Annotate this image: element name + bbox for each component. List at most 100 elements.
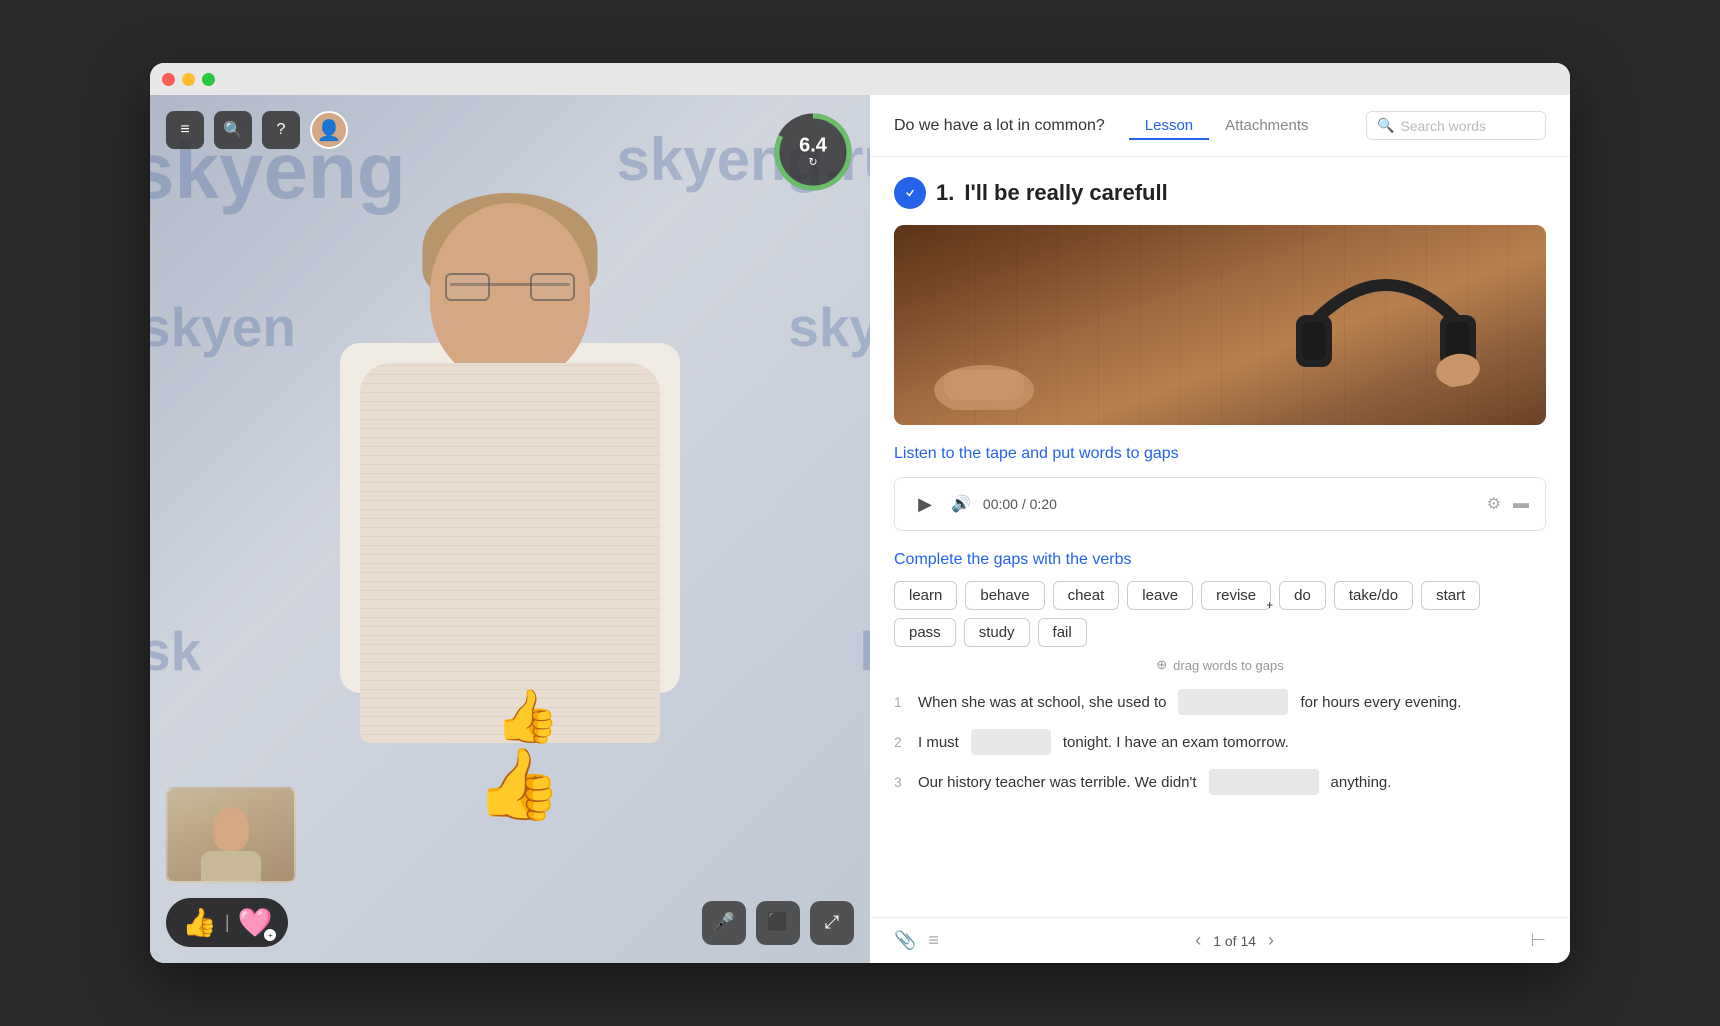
- word-label: learn: [909, 587, 942, 604]
- footer-navigation: ‹ 1 of 14 ›: [1195, 930, 1274, 951]
- person-head: [430, 203, 590, 383]
- list-button[interactable]: ≡: [928, 930, 939, 951]
- fullscreen-button[interactable]: ⤢: [810, 901, 854, 945]
- word-label: do: [1294, 587, 1311, 604]
- sentence-3: 3 Our history teacher was terrible. We d…: [894, 769, 1546, 795]
- brand-text-3: skyen: [150, 295, 296, 359]
- page-current: 1: [1213, 933, 1221, 949]
- mini-person: [168, 789, 294, 881]
- word-tag-study[interactable]: study: [964, 618, 1030, 647]
- lesson-tabs: Lesson Attachments: [1129, 113, 1366, 139]
- timer-value: 6.4: [799, 136, 827, 156]
- section-number: 1.: [936, 180, 954, 206]
- word-tag-leave[interactable]: leave: [1127, 581, 1193, 610]
- tab-attachments[interactable]: Attachments: [1209, 113, 1324, 140]
- sentence-1-after: for hours every evening.: [1300, 694, 1461, 711]
- mini-video: [166, 787, 296, 883]
- volume-icon: 🔊: [951, 496, 971, 513]
- word-tag-pass[interactable]: pass: [894, 618, 956, 647]
- audio-captions-button[interactable]: ▬: [1513, 495, 1529, 513]
- maximize-button[interactable]: [202, 73, 215, 86]
- audio-player[interactable]: ▶ 🔊 00:00 / 0:20 ⚙ ▬: [894, 477, 1546, 531]
- next-page-button[interactable]: ›: [1268, 930, 1274, 951]
- app-window: skyeng skyeng.ru skyen sky sk k ≡ 🔍 ?: [150, 63, 1570, 963]
- prev-page-button[interactable]: ‹: [1195, 930, 1201, 951]
- word-tag-start[interactable]: start: [1421, 581, 1480, 610]
- search-placeholder: Search words: [1400, 118, 1486, 134]
- brand-text-4: sky: [788, 295, 870, 359]
- word-tag-do[interactable]: do: [1279, 581, 1326, 610]
- avatar-button[interactable]: 👤: [310, 111, 348, 149]
- search-button[interactable]: 🔍: [214, 111, 252, 149]
- video-bottom: 👍 | 🩷 + 🎤 ⬛ ⤢: [166, 898, 854, 947]
- search-icon: 🔍: [223, 120, 243, 140]
- fill-blank-1[interactable]: [1178, 689, 1288, 715]
- emoji-thumbs-large: 👍: [475, 746, 562, 823]
- word-label: study: [979, 624, 1015, 641]
- fill-blank-2[interactable]: [971, 729, 1051, 755]
- word-label: behave: [980, 587, 1029, 604]
- video-toolbar: ≡ 🔍 ? 👤: [166, 111, 348, 149]
- cursor-plus-icon: +: [1266, 598, 1273, 612]
- person-body: [360, 363, 660, 743]
- attachment-button[interactable]: 📎: [894, 930, 916, 951]
- lesson-title: Do we have a lot in common?: [894, 117, 1105, 135]
- thumbs-up-reaction[interactable]: 👍: [182, 906, 217, 939]
- footer-left: 📎 ≡: [894, 930, 939, 951]
- help-button[interactable]: ?: [262, 111, 300, 149]
- exit-button[interactable]: ⊢: [1530, 930, 1546, 951]
- fill-blank-3[interactable]: [1209, 769, 1319, 795]
- volume-button[interactable]: 🔊: [951, 494, 971, 514]
- lesson-panel: Do we have a lot in common? Lesson Attac…: [870, 95, 1570, 963]
- word-label: leave: [1142, 587, 1178, 604]
- captions-icon: ▬: [1513, 495, 1529, 512]
- word-tag-fail[interactable]: fail: [1038, 618, 1087, 647]
- play-button[interactable]: ▶: [911, 490, 939, 518]
- mic-button[interactable]: 🎤: [702, 901, 746, 945]
- timer-sync-icon: ↻: [799, 156, 827, 169]
- page-of: of: [1225, 933, 1241, 949]
- search-icon: 🔍: [1377, 117, 1394, 134]
- word-tags-container: learn behave cheat leave revise +: [894, 581, 1546, 647]
- main-content: skyeng skyeng.ru skyen sky sk k ≡ 🔍 ?: [150, 95, 1570, 963]
- sentence-2-after: tonight. I have an exam tomorrow.: [1063, 734, 1289, 751]
- emoji-thumbs-small: 👍: [495, 689, 562, 746]
- word-tag-takedo[interactable]: take/do: [1334, 581, 1413, 610]
- help-icon: ?: [277, 121, 286, 139]
- lesson-body: 1. I'll be really carefull: [870, 157, 1570, 917]
- traffic-lights: [162, 73, 215, 86]
- sentence-1: 1 When she was at school, she used to fo…: [894, 689, 1546, 715]
- word-tag-behave[interactable]: behave: [965, 581, 1044, 610]
- word-label: pass: [909, 624, 941, 641]
- tab-lesson[interactable]: Lesson: [1129, 113, 1209, 140]
- sentence-num-2: 2: [894, 734, 910, 750]
- time-total: 0:20: [1030, 496, 1057, 512]
- word-tag-cheat[interactable]: cheat: [1053, 581, 1120, 610]
- minimize-button[interactable]: [182, 73, 195, 86]
- lesson-footer: 📎 ≡ ‹ 1 of 14 › ⊢: [870, 917, 1570, 963]
- sentence-1-before: When she was at school, she used to: [918, 694, 1166, 711]
- reaction-bar: 👍 | 🩷 +: [166, 898, 288, 947]
- lesson-image: [894, 225, 1546, 425]
- section-heading: I'll be really carefull: [964, 180, 1167, 206]
- camera-button[interactable]: ⬛: [756, 901, 800, 945]
- drag-hint-icon: ⊕: [1156, 657, 1167, 673]
- sentence-3-after: anything.: [1331, 774, 1392, 791]
- close-button[interactable]: [162, 73, 175, 86]
- instruction-listen: Listen to the tape and put words to gaps: [894, 445, 1546, 463]
- time-display: 00:00 / 0:20: [983, 496, 1475, 512]
- timer-circle[interactable]: 6.4 ↻: [772, 111, 854, 193]
- word-label: revise: [1216, 587, 1256, 604]
- word-label: start: [1436, 587, 1465, 604]
- menu-icon: ≡: [180, 121, 189, 139]
- search-box[interactable]: 🔍 Search words: [1366, 111, 1546, 140]
- audio-settings-button[interactable]: ⚙: [1487, 494, 1501, 514]
- word-tag-revise[interactable]: revise +: [1201, 581, 1271, 610]
- word-tag-learn[interactable]: learn: [894, 581, 957, 610]
- settings-icon: ⚙: [1487, 496, 1501, 513]
- camera-icon: ⬛: [767, 912, 789, 933]
- page-total: 14: [1240, 933, 1256, 949]
- brand-text-6: k: [859, 619, 870, 683]
- menu-button[interactable]: ≡: [166, 111, 204, 149]
- fullscreen-icon: ⤢: [825, 912, 839, 933]
